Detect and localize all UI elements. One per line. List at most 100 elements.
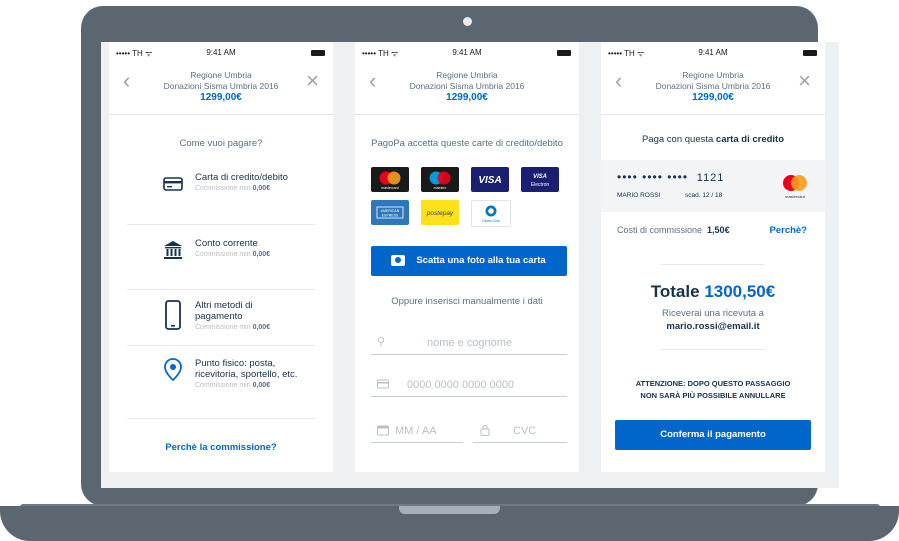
card-number-field[interactable]: 0000 0000 0000 0000 (371, 374, 567, 397)
close-icon[interactable]: × (306, 70, 319, 92)
phone-payment-method: ••••• TH ᯤ 9:41 AM ‹ Regione Umbria Dona… (109, 42, 333, 472)
accepted-cards-intro: PagoPa accetta queste carte di credito/d… (371, 138, 563, 149)
method-fee: Commissione min 0,00€ (195, 382, 271, 389)
battery-icon (803, 50, 817, 56)
scan-card-button[interactable]: Scatta una foto alla tua carta (371, 246, 567, 276)
method-physical-point[interactable]: Punto fisico: posta, ricevitoria, sporte… (109, 346, 333, 406)
svg-text:Electron: Electron (531, 182, 550, 188)
card-expiry: scad. 12 / 18 (685, 192, 723, 199)
calendar-icon (377, 425, 389, 436)
visa-label: VISA (478, 175, 501, 186)
header-title: Donazioni Sisma Umbria 2016 (163, 81, 279, 91)
why-commission-link[interactable]: Perchè? (770, 225, 808, 236)
location-pin-icon (164, 358, 182, 382)
receipt-email: mario.rossi@email.it (666, 321, 760, 332)
receipt-line: Riceverai una ricevuta a (662, 308, 764, 319)
header-region: Regione Umbria (190, 70, 252, 80)
user-icon: ⚲ (377, 336, 386, 348)
card-number-placeholder: 0000 0000 0000 0000 (407, 379, 515, 391)
payment-header: ‹ Regione Umbria Donazioni Sisma Umbria … (601, 64, 825, 110)
header-title: Donazioni Sisma Umbria 2016 (409, 81, 525, 91)
camera-icon (463, 17, 472, 26)
bank-icon (164, 241, 182, 259)
divider (661, 349, 765, 350)
status-bar: ••••• TH ᯤ 9:41 AM (601, 46, 825, 60)
method-fee: Commissione min 0,00€ (195, 185, 271, 192)
scan-card-label: Scatta una foto alla tua carta (416, 255, 546, 266)
american-express-logo: AMERICAN EXPRESS (371, 200, 409, 225)
cvc-field[interactable]: CVC (473, 420, 567, 443)
divider (661, 264, 765, 265)
phone-confirm-payment: ••••• TH ᯤ 9:41 AM ‹ Regione Umbria Dona… (601, 42, 825, 472)
close-icon[interactable]: × (798, 70, 811, 92)
method-credit-card[interactable]: Carta di credito/debito Commissione min … (109, 160, 333, 220)
payment-header: ‹ Regione Umbria Donazioni Sisma Umbria … (355, 64, 579, 110)
method-label: Punto fisico: posta, ricevitoria, sporte… (195, 358, 298, 380)
header-divider (109, 114, 333, 115)
method-label: Carta di credito/debito (195, 172, 288, 183)
lock-icon (480, 425, 490, 436)
maestro-logo: maestro (421, 167, 459, 192)
manual-entry-label: Oppure inserisci manualmente i dati (391, 296, 543, 307)
header-region: Regione Umbria (436, 70, 498, 80)
payment-question: Come vuoi pagare? (179, 138, 263, 149)
status-bar: ••••• TH ᯤ 9:41 AM (109, 46, 333, 60)
postepay-logo: postepay (421, 200, 459, 225)
method-bank-account[interactable]: Conto corrente Commissione min 0,00€ (109, 226, 333, 286)
status-time: 9:41 AM (452, 48, 482, 57)
visa-electron-logo: VISA Electron (521, 167, 559, 192)
smartphone-icon (165, 300, 181, 330)
pay-with-card-intro: Paga con questa carta di credito (641, 134, 785, 145)
cardholder-name-field[interactable]: ⚲ nome e cognome (371, 332, 567, 355)
selected-card[interactable]: •••• •••• •••• 1121 MARIO ROSSI scad. 12… (601, 160, 825, 212)
card-brand: mastercard (785, 194, 805, 199)
diners-club-label: Diners Club (482, 219, 499, 223)
battery-icon (557, 50, 571, 56)
status-time: 9:41 AM (206, 48, 236, 57)
payment-header: ‹ Regione Umbria Donazioni Sisma Umbria … (109, 64, 333, 110)
status-time: 9:41 AM (698, 48, 728, 57)
method-label: Altri metodi di pagamento (195, 300, 253, 322)
diners-club-logo: Diners Club (471, 200, 511, 227)
camera-icon (391, 255, 405, 266)
card-holder: MARIO ROSSI (617, 192, 661, 199)
header-divider (355, 114, 579, 115)
maestro-label: maestro (434, 186, 447, 190)
header-title: Donazioni Sisma Umbria 2016 (655, 81, 771, 91)
method-fee: Commissione min 0,00€ (195, 324, 271, 331)
divider (127, 418, 315, 419)
method-fee: Commissione min 0,00€ (195, 251, 271, 258)
mastercard-logo: mastercard (371, 167, 409, 192)
credit-card-icon (377, 379, 389, 389)
expiry-placeholder: MM / AA (395, 425, 437, 437)
visa-logo: VISA (471, 167, 509, 192)
mastercard-label: mastercard (381, 186, 399, 190)
warning-line-2: NON SARÀ PIÙ POSSIBILE ANNULLARE (640, 391, 786, 400)
header-divider (601, 114, 825, 115)
method-label: Conto corrente (195, 238, 258, 249)
total-amount: Totale 1300,50€ (650, 282, 776, 301)
postepay-label: postepay (426, 210, 454, 217)
card-masked-number: •••• •••• •••• 1121 (617, 170, 725, 184)
confirm-payment-button[interactable]: Conferma il pagamento (615, 420, 811, 450)
svg-text:AMERICAN: AMERICAN (381, 209, 400, 213)
header-amount: 1299,00€ (446, 92, 488, 103)
header-amount: 1299,00€ (692, 92, 734, 103)
commission-row: Costi di commissione 1,50€ (617, 225, 730, 235)
battery-icon (311, 50, 325, 56)
mastercard-icon: mastercard (783, 175, 807, 199)
header-amount: 1299,00€ (200, 92, 242, 103)
warning-line-1: ATTENZIONE: DOPO QUESTO PASSAGGIO (635, 379, 791, 388)
header-region: Regione Umbria (682, 70, 744, 80)
phone-card-entry: ••••• TH ᯤ 9:41 AM ‹ Regione Umbria Dona… (355, 42, 579, 472)
svg-text:VISA: VISA (533, 174, 547, 180)
cvc-placeholder: CVC (513, 425, 537, 437)
laptop-screen: ••••• TH ᯤ 9:41 AM ‹ Regione Umbria Dona… (101, 42, 839, 488)
cardholder-name-placeholder: nome e cognome (427, 337, 512, 349)
expiry-date-field[interactable]: MM / AA (371, 420, 463, 443)
svg-text:EXPRESS: EXPRESS (382, 214, 399, 218)
divider (127, 224, 315, 225)
commission-info-link[interactable]: Perchè la commissione? (109, 442, 333, 453)
laptop-notch (399, 506, 500, 514)
credit-card-icon (163, 177, 183, 191)
